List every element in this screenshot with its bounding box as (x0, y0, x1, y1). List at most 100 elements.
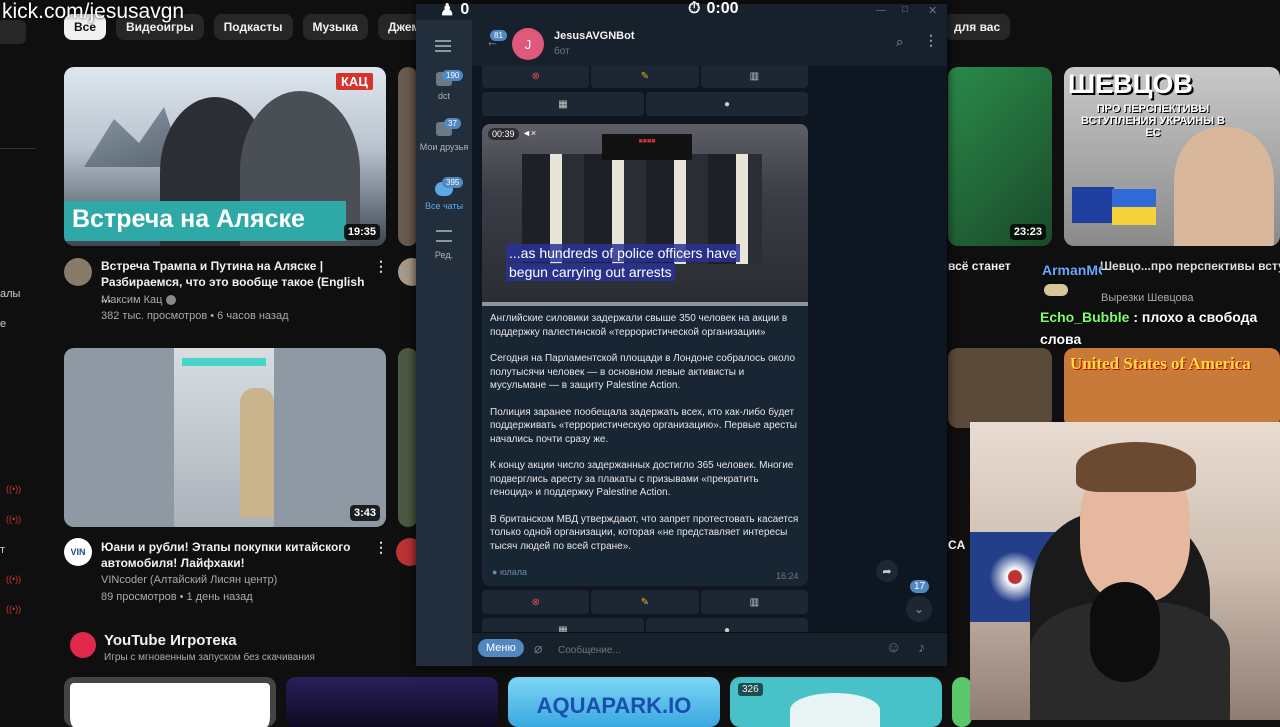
video-title[interactable]: Шевцо...про перспективы всту... Украины … (1100, 258, 1280, 274)
chat-title[interactable]: JesusAVGNBot (554, 30, 634, 42)
video-thumbnail[interactable] (398, 67, 418, 246)
scroll-down-icon[interactable]: ⌄ (906, 596, 932, 622)
channel-name[interactable]: VINcoder (Алтайский Лисян центр) (101, 572, 277, 589)
duration-badge: 3:43 (349, 505, 380, 521)
message-input[interactable] (558, 640, 858, 660)
inline-button[interactable]: ● (646, 92, 808, 116)
emoji-icon[interactable]: ☺ (886, 639, 901, 656)
microphone-icon[interactable]: ♪ (918, 639, 925, 655)
inline-button[interactable]: ✎ (591, 590, 699, 614)
video-progress-bar[interactable] (482, 302, 808, 306)
inline-button[interactable]: ▥ (700, 590, 808, 614)
inline-button[interactable]: ▦ (482, 92, 644, 116)
video-title[interactable]: Юани и рубли! Этапы покупки китайского а… (101, 539, 371, 571)
bot-menu-button[interactable]: Меню (478, 639, 524, 657)
inline-button[interactable]: ⊗ (482, 66, 590, 88)
streamer-hair (1076, 442, 1196, 492)
video-title-fragment[interactable]: CA (948, 538, 965, 552)
live-icon: ((•)) (6, 574, 22, 584)
chat-header: ← 81 J JesusAVGNBot бот ⌕ ⋮ (472, 20, 947, 66)
attach-icon[interactable]: ⌀ (534, 640, 542, 657)
video-thumbnail[interactable] (948, 348, 1052, 428)
eu-flag-icon (1072, 187, 1114, 223)
folder-label: Мои друзья (419, 142, 469, 152)
video-thumbnail[interactable]: КАЦ Встреча на Аляске 19:35 (64, 67, 386, 246)
inline-button[interactable]: ▥ (700, 66, 808, 88)
stop-icon: ⊗ (531, 596, 540, 608)
ukraine-flag-stripe (1112, 207, 1156, 225)
unread-count-badge: 17 (910, 580, 930, 593)
video-thumbnail[interactable] (398, 348, 418, 527)
message-paragraph: Английские силовики задержали свыше 350 … (490, 313, 788, 338)
sidebar-item-fragment[interactable]: алы (0, 288, 20, 300)
more-options-icon[interactable]: ⋮ (924, 32, 938, 49)
sidebar-item-fragment[interactable]: т (0, 544, 5, 556)
duration-badge: 19:35 (343, 224, 380, 240)
playables-subtitle: Игры с мгновенным запуском без скачивани… (104, 652, 315, 663)
avatar[interactable]: VIN (64, 538, 92, 566)
stream-chat-message: Echo_Bubble : плохо а свобода слова (1040, 306, 1260, 350)
video-player[interactable]: ■■■■ 00:39 ◄× ...as hundreds of police o… (482, 124, 808, 306)
chat-username: ArmanMC (1042, 262, 1102, 278)
user-icon: ● (723, 98, 731, 110)
avatar[interactable]: J (512, 28, 544, 60)
video-thumbnail[interactable]: ШЕВЦОВ ПРО ПЕРСПЕКТИВЫ ВСТУПЛЕНИЯ УКРАИН… (1064, 67, 1280, 246)
settings-sliders-icon (436, 230, 452, 242)
verified-icon (165, 295, 176, 306)
chip-for-you[interactable]: для вас (944, 14, 1011, 40)
signature-text: юлала (499, 567, 528, 577)
chip-podcasts[interactable]: Подкасты (213, 14, 293, 40)
inline-button[interactable]: ● (646, 618, 808, 632)
calendar-icon: ▦ (558, 624, 568, 633)
inline-button[interactable]: ▦ (482, 618, 644, 632)
hamburger-menu-icon[interactable] (435, 40, 451, 52)
channel-name-text: Максим Кац (101, 294, 163, 306)
video-timestamp: 00:39 (488, 128, 519, 140)
trash-icon: ▥ (749, 596, 760, 608)
video-thumbnail[interactable]: United States of America (1064, 348, 1280, 428)
chip-music[interactable]: Музыка (302, 14, 368, 40)
message-composer: Меню ⌀ ☺ ♪ (472, 632, 947, 666)
message-bubble[interactable]: ■■■■ 00:39 ◄× ...as hundreds of police o… (482, 124, 808, 586)
inline-button[interactable]: ✎ (591, 66, 699, 88)
video-caption: begun carrying out arrests (506, 263, 675, 281)
protest-sign: ■■■■ (602, 134, 692, 160)
thumb-title: United States of America (1070, 354, 1251, 373)
folder-edit[interactable]: Ред. (416, 230, 472, 260)
folders-sidebar: dct 190 Мои друзья 37 Все чаты 395 Ред. (416, 20, 472, 666)
video-title[interactable]: всё станет (948, 258, 1052, 274)
live-icon: ((•)) (6, 484, 22, 494)
avatar[interactable] (64, 258, 92, 286)
message-paragraph: Полиция заранее пообещала задержать всех… (490, 406, 797, 445)
message-paragraph: В британском МВД утверждают, что запрет … (490, 513, 799, 552)
more-options-icon[interactable]: ⋮ (374, 539, 388, 556)
chat-username: Echo_Bubble (1040, 309, 1130, 325)
trash-icon: ▥ (749, 70, 760, 82)
channel-name[interactable]: Максим Кац (101, 292, 176, 309)
minimize-icon[interactable]: — (876, 5, 886, 16)
window-titlebar: — □ ✕ (416, 4, 947, 20)
sidebar-item-fragment[interactable]: е (0, 318, 6, 330)
playables-icon (70, 632, 96, 658)
inline-keyboard-row: ▦ ● (482, 92, 808, 116)
more-options-icon[interactable]: ⋮ (374, 258, 388, 275)
mute-icon[interactable]: ◄× (522, 128, 536, 138)
video-thumbnail[interactable]: 3:43 (64, 348, 386, 527)
person-icon: ♟ (440, 2, 455, 19)
message-time: 16:24 (776, 571, 799, 581)
video-meta: 89 просмотров • 1 день назад (101, 591, 253, 603)
channel-name[interactable]: Вырезки Шевцова (1101, 290, 1193, 307)
close-icon[interactable]: ✕ (928, 4, 937, 17)
video-thumbnail[interactable]: 23:23 (948, 67, 1052, 246)
viewer-counter: ♟ 0 (440, 0, 469, 20)
unread-badge: 37 (444, 118, 461, 129)
search-icon[interactable]: ⌕ (896, 34, 903, 50)
messages-area: ⊗ ✎ ▥ ▦ ● ■■■■ 00:39 ◄× ...as hundreds o… (472, 66, 947, 632)
forward-icon[interactable]: ➦ (876, 560, 898, 582)
inline-keyboard-row: ⊗ ✎ ▥ (482, 590, 808, 614)
inline-button[interactable]: ⊗ (482, 590, 590, 614)
maximize-icon[interactable]: □ (902, 4, 908, 15)
duration-badge: 23:23 (1009, 224, 1046, 240)
game-players-badge: 326 (738, 683, 763, 696)
inline-keyboard-row: ▦ ● (482, 618, 808, 632)
